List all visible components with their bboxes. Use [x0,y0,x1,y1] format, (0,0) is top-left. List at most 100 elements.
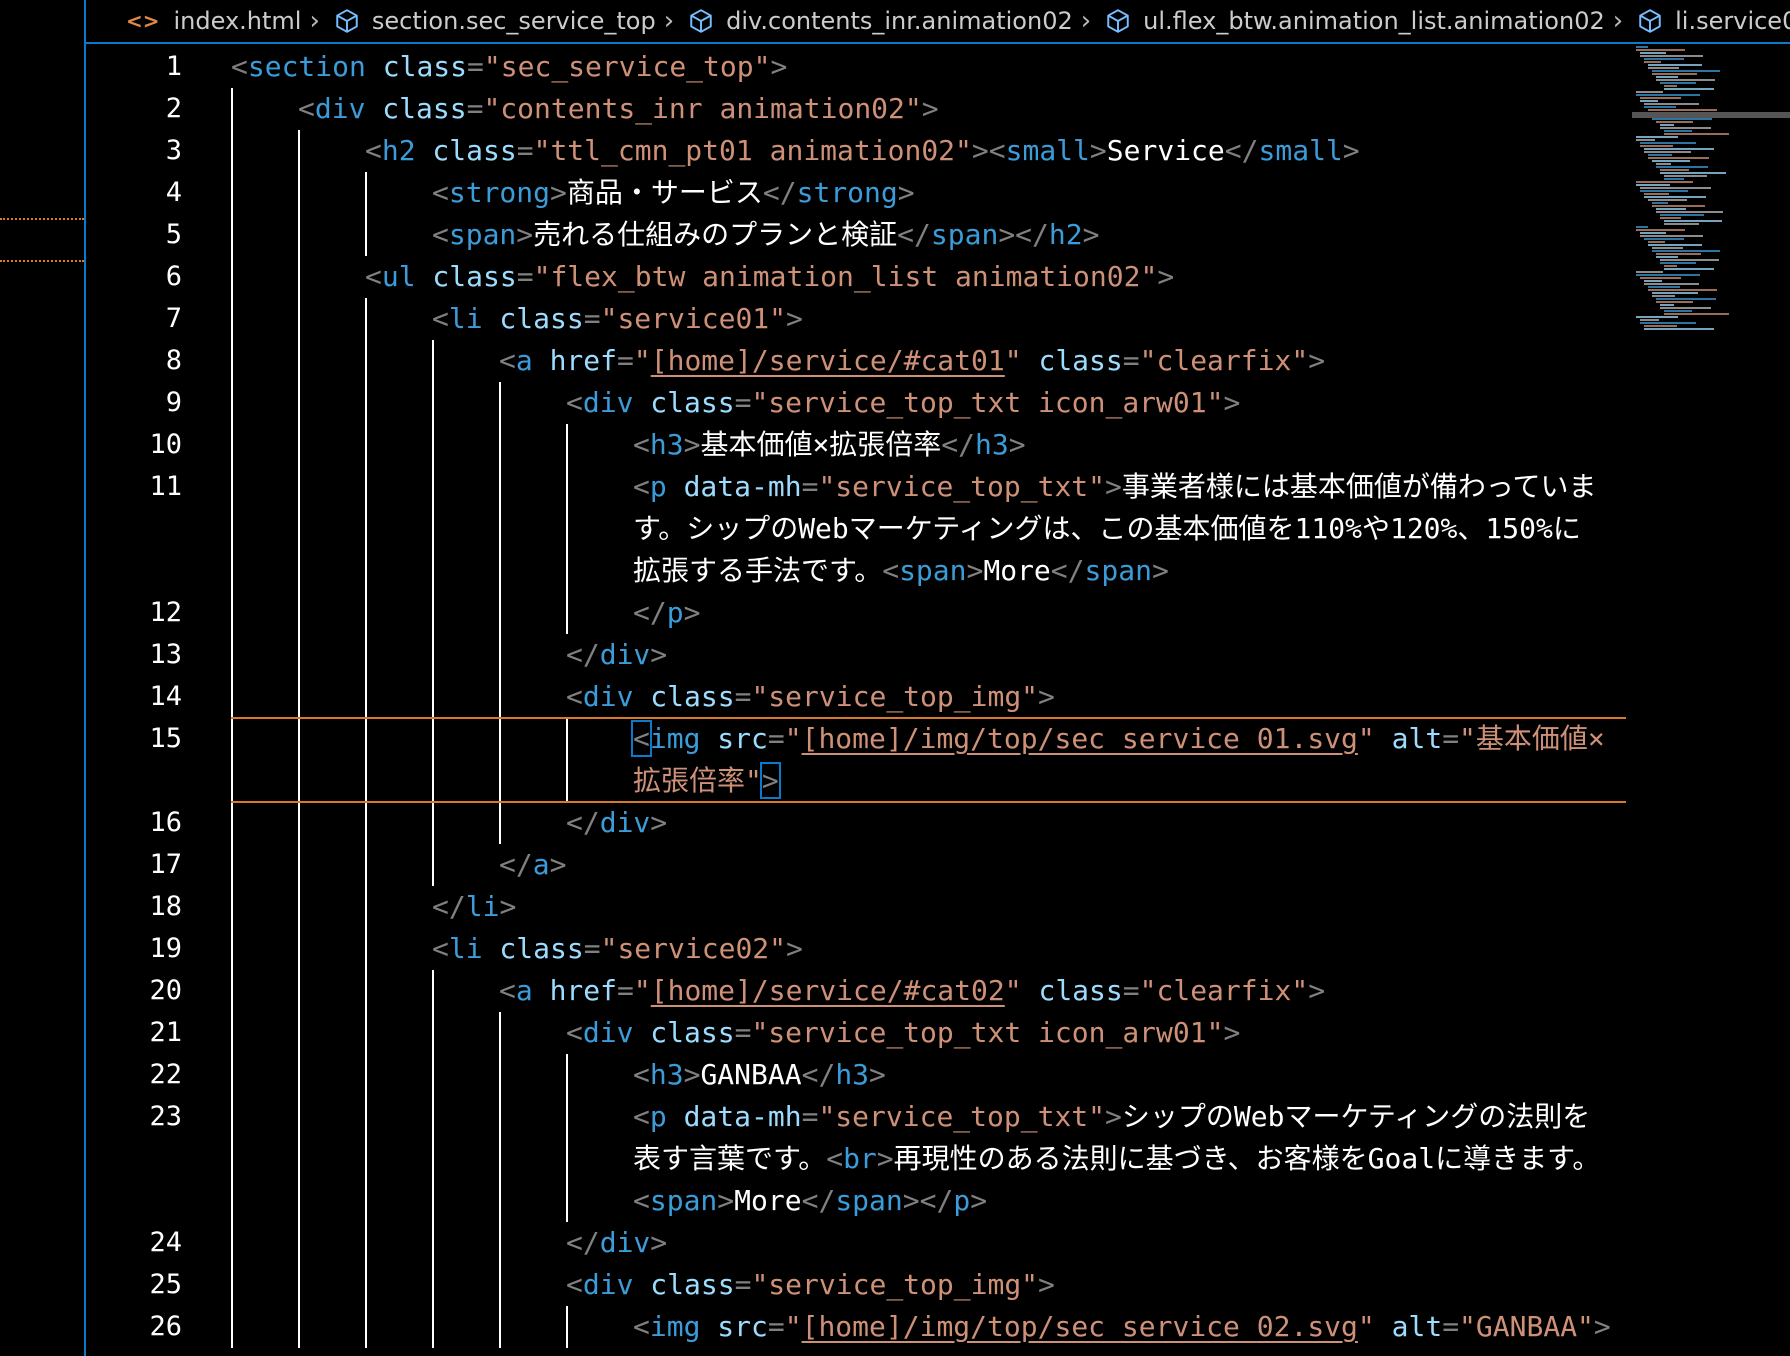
code-token: "service01" [600,302,787,335]
element-cube-icon [1107,9,1129,33]
code-line[interactable]: 表す言葉です。<br>再現性のある法則に基づき、お客様をGoalに導きます。 [633,1138,1600,1180]
minimap-line [1648,289,1717,291]
breadcrumb-item[interactable]: <> index.html [86,7,301,35]
code-token: </ [897,218,931,251]
code-token: h3 [649,428,684,461]
code-line[interactable]: <div class="service_top_txt icon_arw01"> [566,382,1240,424]
minimap-slider[interactable] [1632,112,1790,118]
code-token: [home]/service/#cat02 [650,974,1005,1007]
code-token: "sec_service_top" [483,50,771,83]
code-line[interactable]: <a href="[home]/service/#cat02" class="c… [499,970,1325,1012]
code-line[interactable]: <ul class="flex_btw animation_list anima… [365,256,1174,298]
code-line[interactable]: す。シップのWebマーケティングは、この基本価値を110%や120%、150%に [633,508,1581,550]
code-line[interactable]: <h2 class="ttl_cmn_pt01 animation02"><sm… [365,130,1360,172]
minimap-line [1636,316,1678,318]
code-line[interactable]: <strong>商品・サービス</strong> [432,172,915,214]
minimap-line [1640,190,1688,192]
code-token: src [700,722,768,755]
code-token: "flex_btw animation_list animation02" [533,260,1158,293]
code-token: 基本価値×拡張倍率 [700,428,942,461]
code-editor[interactable]: 1 <section class="sec_service_top"> 2 <div … [86,42,1626,1356]
code-line[interactable]: </p> [633,592,700,634]
code-token: = [617,344,634,377]
code-token: < [988,134,1006,167]
code-line[interactable]: <div class="service_top_img"> [566,676,1055,718]
code-line[interactable]: </li> [432,886,516,928]
minimap-line [1656,79,1715,81]
code-line[interactable]: <span>More</span></p> [633,1180,987,1222]
minimap-line [1652,250,1720,252]
code-line[interactable]: <li class="service01"> [432,298,803,340]
code-token: "service_top_txt" [818,470,1106,503]
indent-guide [566,1054,568,1222]
minimap[interactable] [1632,42,1790,362]
minimap-line [1664,223,1699,225]
indent-guide [566,718,568,802]
code-token: img [649,722,701,755]
minimap-line [1656,253,1701,255]
minimap-line [1648,64,1702,66]
code-line[interactable]: <img src="[home]/img/top/sec_service_01.… [631,718,1605,760]
code-token: = [734,1016,752,1049]
code-line[interactable]: <img src="[home]/img/top/sec_service_02.… [633,1306,1611,1348]
code-line[interactable]: <span>売れる仕組みのプランと検証</span></h2> [432,214,1099,256]
minimap-line [1636,229,1685,231]
code-line[interactable]: <div class="service_top_txt icon_arw01"> [566,1012,1240,1054]
code-token: > [1223,386,1241,419]
code-line[interactable]: </div> [566,634,667,676]
indent-guide [566,424,568,634]
code-token: = [801,470,819,503]
code-token: class [482,932,584,965]
minimap-line [1640,145,1673,147]
code-line[interactable]: </div> [566,802,667,844]
code-token: p [649,470,667,503]
minimap-line [1636,136,1678,138]
indent-guide [432,970,434,1348]
minimap-line [1640,322,1696,324]
code-token: class [1021,344,1123,377]
code-token: " [1004,344,1022,377]
code-line[interactable]: 拡張倍率"> [633,760,781,802]
code-token: < [826,1142,844,1175]
code-line[interactable]: <li class="service02"> [432,928,803,970]
code-line[interactable]: <h3>GANBAA</h3> [633,1054,886,1096]
code-line[interactable]: 拡張する手法です。<span>More</span> [633,550,1169,592]
breadcrumb-item[interactable]: section.sec_service_top [334,7,656,35]
code-token: More [983,554,1051,587]
code-line[interactable]: <div class="contents_inr animation02"> [298,88,939,130]
code-token: "ttl_cmn_pt01 animation02" [533,134,972,167]
code-token: li [465,890,500,923]
code-token: data-mh [666,1100,802,1133]
minimap-line [1640,235,1703,237]
breadcrumb-item[interactable]: div.contents_inr.animation02 [688,7,1073,35]
code-token: = [767,722,785,755]
code-line[interactable]: <div class="service_top_img"> [566,1264,1055,1306]
code-token: " [1357,1310,1375,1343]
code-token: 表す言葉です。 [633,1142,827,1175]
code-line[interactable]: <section class="sec_service_top"> [231,46,787,88]
code-token: > [683,1058,701,1091]
line-number: 18 [149,891,182,922]
breadcrumb-item[interactable]: ul.flex_btw.animation_list.animation02 [1105,7,1605,35]
code-token: < [566,386,583,419]
code-token: < [499,344,516,377]
code-token: span [899,554,967,587]
code-line[interactable]: </a> [499,844,566,886]
minimap-line [1656,211,1723,213]
code-line[interactable]: <p data-mh="service_top_txt">シップのWebマーケテ… [633,1096,1590,1138]
code-token: = [734,386,752,419]
code-line[interactable]: <p data-mh="service_top_txt">事業者様には基本価値が… [633,466,1596,508]
code-token: div [599,806,651,839]
element-cube-icon [1639,9,1661,33]
code-token: " [1004,974,1022,1007]
code-token: class [633,680,735,713]
code-token: </ [1224,134,1259,167]
code-token: div [314,92,366,125]
code-line[interactable]: <a href="[home]/service/#cat01" class="c… [499,340,1325,382]
code-line[interactable]: <h3>基本価値×拡張倍率</h3> [633,424,1026,466]
code-line[interactable]: </div> [566,1222,667,1264]
minimap-line [1644,58,1684,60]
breadcrumb-item[interactable]: li.service01 [1637,7,1790,35]
code-token: a [515,974,533,1007]
code-token: = [734,680,752,713]
